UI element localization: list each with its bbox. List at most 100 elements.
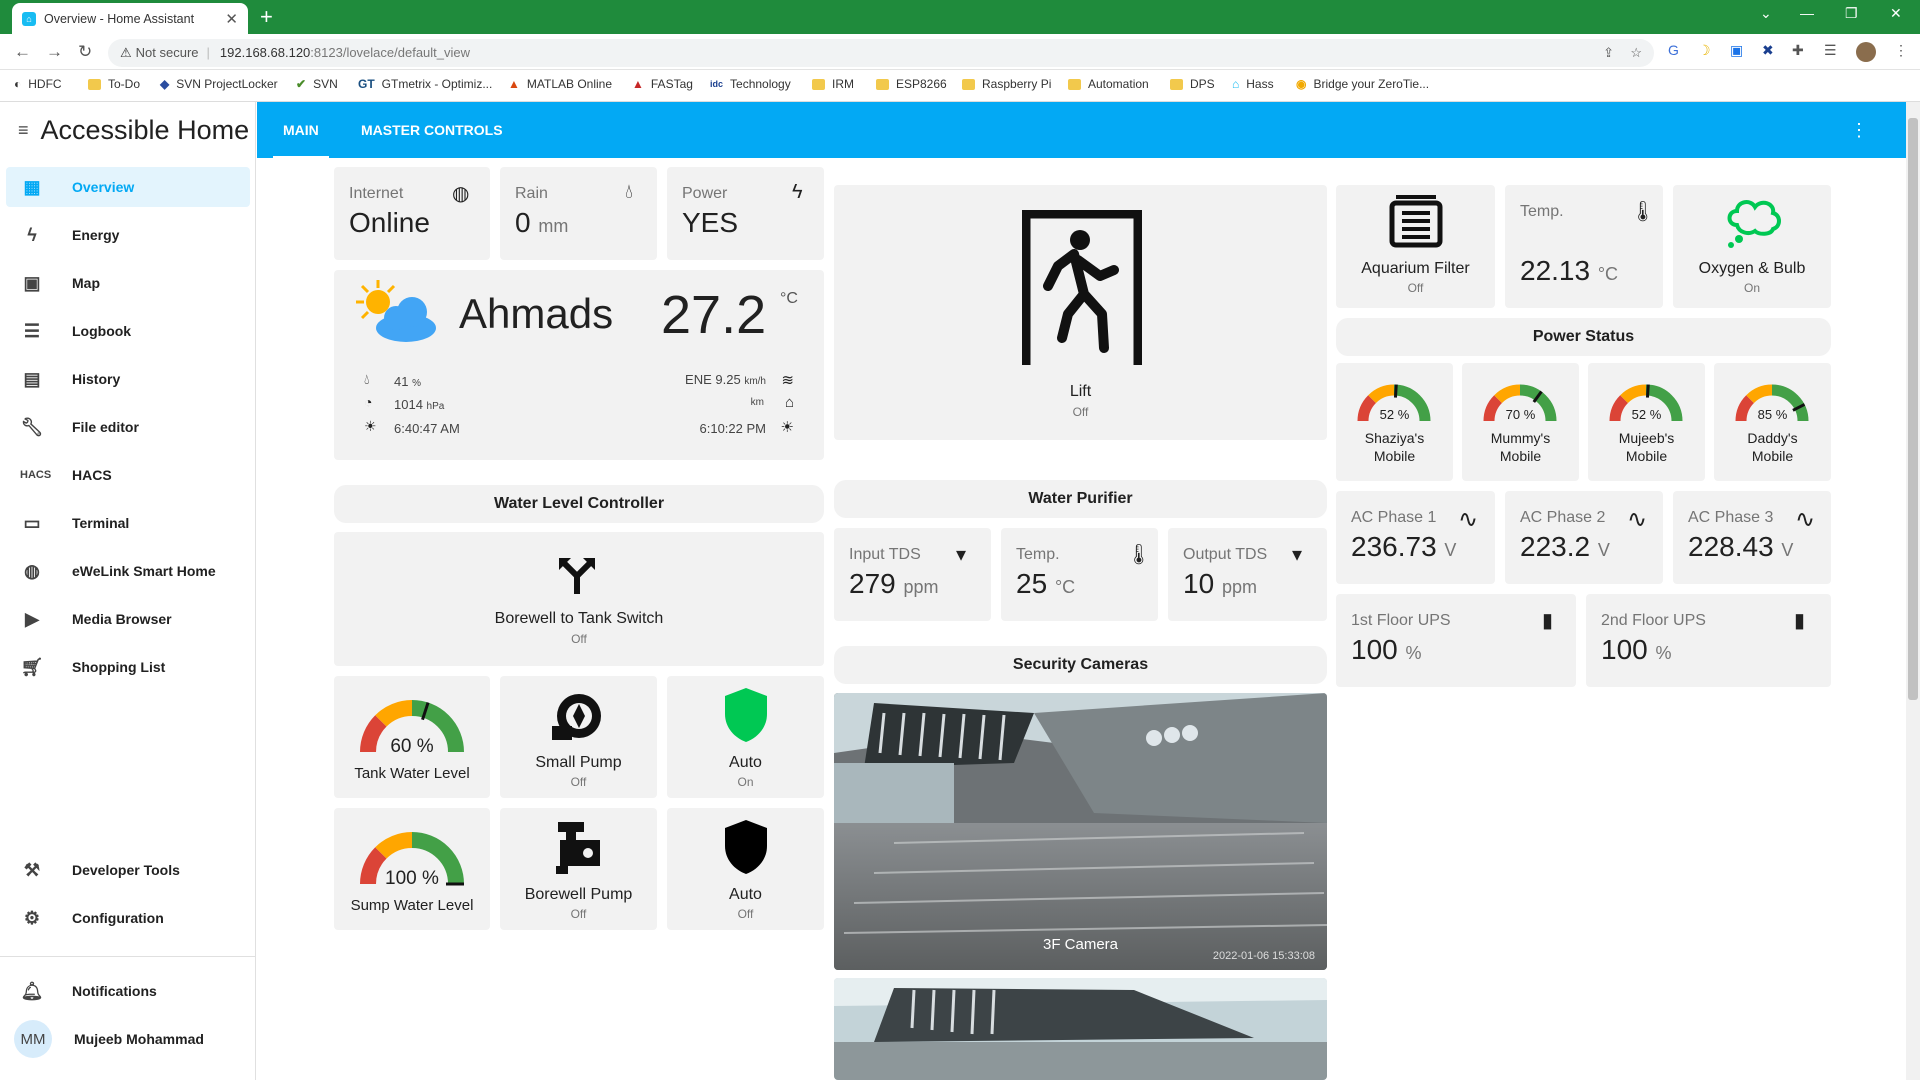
sidebar-item-developer-tools[interactable]: ⚒ Developer Tools [6,850,250,890]
close-tab-icon[interactable]: ✕ [225,10,238,28]
small-pump-card[interactable]: Small Pump Off [500,676,657,798]
sidebar-item-logbook[interactable]: ☰ Logbook [6,311,250,351]
menu-icon[interactable]: ≡ [18,120,29,141]
sidebar-item-notifications[interactable]: 🔔︎ Notifications [6,971,250,1011]
sump-level-card[interactable]: 100 % Sump Water Level [334,808,490,930]
reading-list-icon[interactable]: ☰ [1824,42,1837,59]
auto-1-name: Auto [729,754,762,771]
star-icon[interactable]: ☆ [1630,39,1642,67]
sidebar-item-ewelink[interactable]: ◍ eWeLink Smart Home [6,551,250,591]
sump-level-value: 100 [385,868,417,889]
sidebar-item-terminal[interactable]: ▭ Terminal [6,503,250,543]
ups-2-card[interactable]: 2nd Floor UPS ▮ 100 % [1586,594,1831,687]
sidebar-item-overview[interactable]: ▦ Overview [6,167,250,207]
weather-card[interactable]: Ahmads 27.2 °C 💧︎ 41 % ◔ 1014 hPa ☀ 6:40… [334,270,824,460]
bookmark-automation[interactable]: Automation [1068,77,1149,91]
bookmark-gtmetrix[interactable]: GT GTmetrix - Optimiz... [358,77,492,91]
extension-off-icon[interactable]: ▣ [1730,42,1743,59]
tab-main[interactable]: MAIN [273,102,329,158]
ac-phase-1-card[interactable]: AC Phase 1 ∿ 236.73 V [1336,491,1495,584]
bookmark-hass[interactable]: ⌂ Hass [1232,77,1274,91]
auto-card-1[interactable]: Auto On [667,676,824,798]
sidebar-item-hacs[interactable]: HACS HACS [6,455,250,495]
borewell-pump-card[interactable]: Borewell Pump Off [500,808,657,930]
reload-icon[interactable]: ↻ [78,42,92,62]
tab-search-icon[interactable]: ⌄ [1760,5,1772,22]
more-options-icon[interactable]: ⋮ [1850,120,1868,141]
sidebar-item-configuration[interactable]: ⚙ Configuration [6,898,250,938]
mobile-card-mujeeb[interactable]: 52 % Mujeeb's Mobile [1588,363,1705,481]
chart-icon: ▤ [23,368,41,389]
bookmark-hdfc[interactable]: ◐ HDFC [14,77,62,91]
browser-tab[interactable]: ⌂ Overview - Home Assistant ✕ [12,3,248,34]
cross-extension-icon[interactable]: ✖ [1762,42,1774,59]
internet-card[interactable]: Internet ◍ Online [334,167,490,260]
bookmark-irm[interactable]: IRM [812,77,854,91]
chrome-menu-icon[interactable]: ⋮ [1894,42,1908,59]
bookmark-svn[interactable]: ✔ SVN [296,77,338,91]
scrollbar-thumb[interactable] [1908,118,1918,700]
url-field[interactable]: ⚠ Not secure | 192.168.68.120:8123/lovelace… [108,39,1654,67]
bookmark-fastag[interactable]: ▲ FASTag [632,77,693,91]
camera-3f[interactable]: 3F Camera 2022-01-06 15:33:08 [834,693,1327,970]
maximize-icon[interactable]: ❐ [1845,5,1858,22]
forward-icon[interactable]: → [46,42,63,62]
aquarium-temp-card[interactable]: Temp. 🌡︎ 22.13 °C [1505,185,1663,308]
sidebar-item-energy[interactable]: ϟ Energy [6,215,250,255]
bookmark-esp8266[interactable]: ESP8266 [876,77,947,91]
back-icon[interactable]: ← [14,42,31,62]
bookmark-todo[interactable]: To-Do [88,77,140,91]
dark-mode-icon[interactable]: ☽ [1698,42,1711,59]
bookmark-zerotier[interactable]: ◉ Bridge your ZeroTie... [1296,77,1429,91]
bookmark-svn-projectlocker[interactable]: ◆ SVN ProjectLocker [160,77,278,91]
ac-phase-3-card[interactable]: AC Phase 3 ∿ 228.43 V [1673,491,1831,584]
mobile-card-shaziya[interactable]: 52 % Shaziya's Mobile [1336,363,1453,481]
internet-value: Online [349,207,430,238]
sidebar-item-media-browser[interactable]: ▶ Media Browser [6,599,250,639]
rain-card[interactable]: Rain 💧︎ 0 mm [500,167,657,260]
bookmark-technology[interactable]: idc Technology [710,77,791,91]
gauge-segment [1494,384,1521,404]
sunrise-time: 6:40:47 AM [394,421,460,436]
new-tab-button[interactable]: + [260,4,273,30]
borewell-pump-state: Off [570,907,587,921]
gauge-needle [1393,384,1398,398]
camera-3f-timestamp: 2022-01-06 15:33:08 [1212,950,1315,962]
close-window-icon[interactable]: ✕ [1890,5,1902,22]
power-card[interactable]: Power ϟ YES [667,167,824,260]
share-icon[interactable]: ⇪ [1603,39,1614,67]
profile-avatar-icon[interactable] [1856,42,1876,62]
oxygen-bulb-card[interactable]: Oxygen & Bulb On [1673,185,1831,308]
borewell-switch-card[interactable]: Borewell to Tank Switch Off [334,532,824,666]
bookmark-raspberry-pi[interactable]: Raspberry Pi [962,77,1051,91]
translate-icon[interactable]: G [1668,42,1679,58]
input-tds-card[interactable]: Input TDS ▾ 279 ppm [834,528,991,621]
sidebar-item-map[interactable]: ▣ Map [6,263,250,303]
aquarium-temp-label: Temp. [1520,203,1564,220]
sump-level-unit: % [422,868,439,889]
mobile-card-daddy[interactable]: 85 % Daddy's Mobile [1714,363,1831,481]
lift-card[interactable]: Lift Off [834,185,1327,440]
mobile-card-mummy[interactable]: 70 % Mummy's Mobile [1462,363,1579,481]
sidebar-item-profile[interactable]: MM Mujeeb Mohammad [6,1019,250,1059]
sidebar-item-file-editor[interactable]: 🔧︎ File editor [6,407,250,447]
ac-phase-2-card[interactable]: AC Phase 2 ∿ 223.2 V [1505,491,1663,584]
sidebar-item-shopping-list[interactable]: 🛒︎ Shopping List [6,647,250,687]
minimize-icon[interactable]: — [1800,5,1814,21]
tab-master-controls[interactable]: MASTER CONTROLS [351,102,513,158]
tank-level-card[interactable]: 60 % Tank Water Level [334,676,490,798]
sidebar-item-history[interactable]: ▤ History [6,359,250,399]
bookmark-dps[interactable]: DPS [1170,77,1215,91]
output-tds-card[interactable]: Output TDS ▾ 10 ppm [1168,528,1327,621]
puzzle-icon[interactable]: ✚ [1792,42,1804,59]
auto-card-2[interactable]: Auto Off [667,808,824,930]
camera-2[interactable] [834,978,1327,1080]
ups-1-card[interactable]: 1st Floor UPS ▮ 100 % [1336,594,1576,687]
power-value: YES [682,207,739,238]
bookmark-matlab[interactable]: ▲ MATLAB Online [508,77,612,91]
purifier-temp-card[interactable]: Temp. 🌡︎ 25 °C [1001,528,1158,621]
weather-temp-unit: °C [780,290,798,307]
aquarium-filter-card[interactable]: Aquarium Filter Off [1336,185,1495,308]
tank-level-label: Tank Water Level [354,765,470,782]
humidity-icon: 💧︎ [364,371,370,387]
